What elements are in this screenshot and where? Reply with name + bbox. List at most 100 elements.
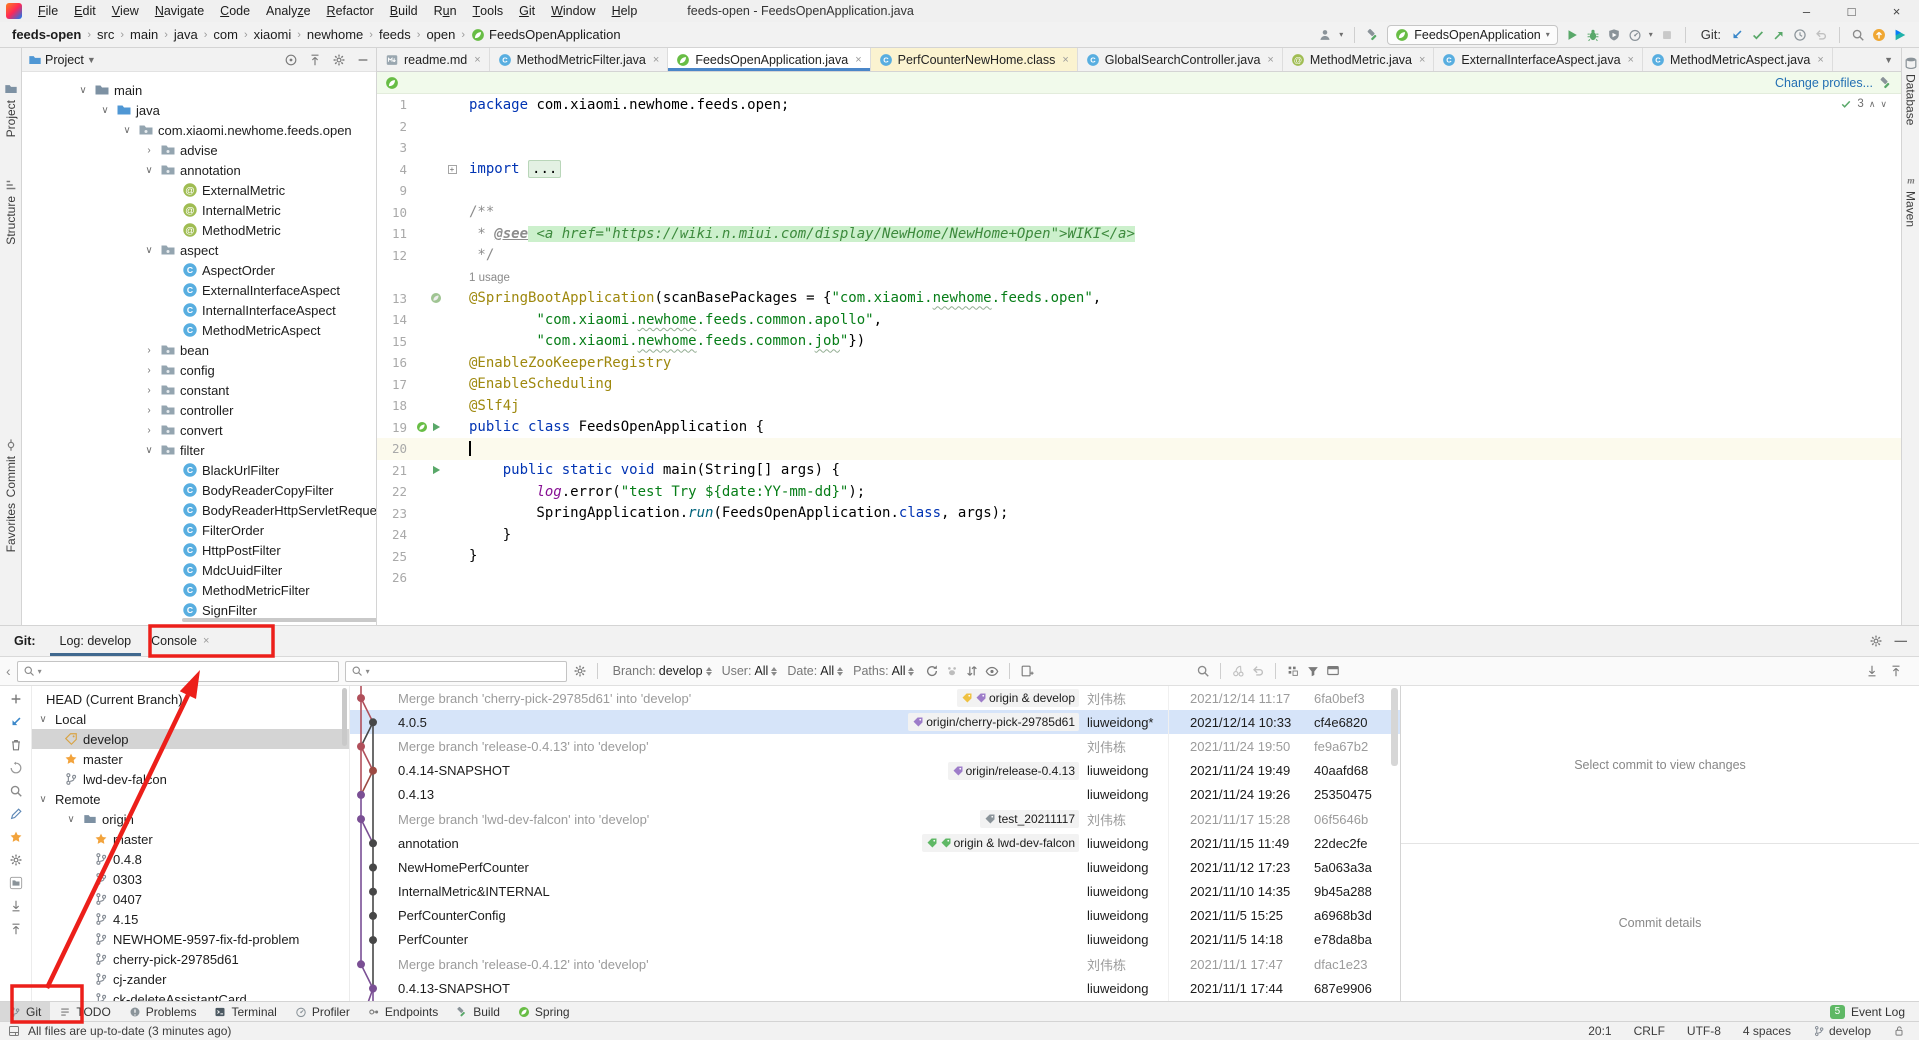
hidden-tabs-chevron[interactable]: ▼ bbox=[1876, 48, 1901, 71]
collapse-left-icon[interactable]: ‹ bbox=[6, 663, 11, 679]
tab-close-icon[interactable]: × bbox=[1062, 54, 1068, 66]
commit-row[interactable]: 4.0.5origin/cherry-pick-29785d61liuweido… bbox=[350, 710, 1400, 734]
menu-analyze[interactable]: Analyze bbox=[258, 0, 318, 22]
breadcrumb-leaf[interactable]: FeedsOpenApplication bbox=[469, 27, 623, 42]
editor-tab[interactable]: FeedsOpenApplication.java× bbox=[668, 48, 870, 71]
branch-item[interactable]: 0303 bbox=[32, 869, 349, 889]
preview-icon[interactable] bbox=[1326, 664, 1340, 678]
tab-close-icon[interactable]: × bbox=[1628, 54, 1634, 66]
project-tree-item[interactable]: ∨com.xiaomi.newhome.feeds.open bbox=[22, 120, 376, 140]
branches-scrollbar[interactable] bbox=[342, 688, 347, 746]
collapse-all-icon[interactable] bbox=[9, 922, 23, 936]
project-tree-item[interactable]: CMdcUuidFilter bbox=[22, 560, 376, 580]
branch-item[interactable]: cherry-pick-29785d61 bbox=[32, 949, 349, 969]
change-profiles-link[interactable]: Change profiles... bbox=[1775, 76, 1873, 90]
project-tree-item[interactable]: CBlackUrlFilter bbox=[22, 460, 376, 480]
commit-ref-chip[interactable]: origin & develop bbox=[957, 689, 1079, 707]
branch-item[interactable]: cj-zander bbox=[32, 969, 349, 989]
code-line[interactable]: 25} bbox=[377, 546, 1901, 568]
event-log-button[interactable]: 5Event Log bbox=[1830, 1005, 1919, 1019]
gear-icon[interactable] bbox=[1869, 634, 1883, 648]
project-tree-item[interactable]: CInternalInterfaceAspect bbox=[22, 300, 376, 320]
branch-item[interactable]: lwd-dev-falcon bbox=[32, 769, 349, 789]
profiler-button[interactable] bbox=[1628, 27, 1642, 43]
code-line[interactable]: 24 } bbox=[377, 524, 1901, 546]
editor-tab[interactable]: readme.md× bbox=[377, 48, 490, 71]
restore-icon[interactable] bbox=[9, 761, 23, 775]
code-line[interactable]: 17@EnableScheduling bbox=[377, 374, 1901, 396]
editor-tab[interactable]: @MethodMetric.java× bbox=[1283, 48, 1435, 71]
menu-file[interactable]: File bbox=[30, 0, 66, 22]
debug-button[interactable] bbox=[1586, 27, 1600, 43]
git-update-button[interactable] bbox=[1730, 27, 1744, 43]
maximize-button[interactable]: □ bbox=[1829, 0, 1874, 22]
commit-row[interactable]: Merge branch 'cherry-pick-29785d61' into… bbox=[350, 686, 1400, 710]
code-line[interactable]: 14 "com.xiaomi.newhome.feeds.common.apol… bbox=[377, 309, 1901, 331]
project-tree-item[interactable]: ∨filter bbox=[22, 440, 376, 460]
project-tree-item[interactable]: ›config bbox=[22, 360, 376, 380]
group-by-directory-icon[interactable] bbox=[9, 876, 23, 890]
editor-tab[interactable]: CGlobalSearchController.java× bbox=[1078, 48, 1283, 71]
delete-icon[interactable] bbox=[9, 738, 23, 752]
breadcrumb-item[interactable]: src bbox=[95, 27, 116, 42]
branch-search-input[interactable]: ▾ bbox=[17, 661, 339, 682]
find-icon[interactable] bbox=[9, 784, 23, 798]
tool-button-project[interactable]: Project bbox=[0, 82, 21, 137]
toolwindow-button-endpoints[interactable]: Endpoints bbox=[359, 1002, 447, 1021]
sort-icon[interactable] bbox=[965, 664, 979, 678]
search-everywhere-button[interactable] bbox=[1851, 27, 1865, 43]
project-tree-item[interactable]: CBodyReaderCopyFilter bbox=[22, 480, 376, 500]
project-tree-item[interactable]: CFilterOrder bbox=[22, 520, 376, 540]
project-tree-item[interactable]: ›convert bbox=[22, 420, 376, 440]
commit-row[interactable]: 0.4.13-SNAPSHOTliuweidong2021/11/1 17:44… bbox=[350, 976, 1400, 1000]
git-panel-tab-log-develop[interactable]: Log: develop bbox=[50, 626, 142, 656]
breadcrumb-item[interactable]: xiaomi bbox=[252, 27, 294, 42]
filter-branch[interactable]: Branch: develop bbox=[613, 664, 712, 678]
code-line[interactable]: 23 SpringApplication.run(FeedsOpenApplic… bbox=[377, 503, 1901, 525]
menu-edit[interactable]: Edit bbox=[66, 0, 104, 22]
code-line[interactable]: 1 usage bbox=[377, 266, 1901, 288]
undo-commit-icon[interactable] bbox=[1251, 664, 1265, 678]
project-tree-item[interactable]: CHttpPostFilter bbox=[22, 540, 376, 560]
code-line[interactable]: 10/** bbox=[377, 202, 1901, 224]
branch-item[interactable]: 0.4.8 bbox=[32, 849, 349, 869]
filter-date[interactable]: Date: All bbox=[787, 664, 843, 678]
editor-tab[interactable]: CMethodMetricFilter.java× bbox=[490, 48, 669, 71]
tool-button-commit[interactable]: Commit bbox=[0, 438, 21, 497]
indent-style[interactable]: 4 spaces bbox=[1743, 1024, 1791, 1038]
code-line[interactable]: 16@EnableZooKeeperRegistry bbox=[377, 352, 1901, 374]
edit-icon[interactable] bbox=[9, 807, 23, 821]
caret-position[interactable]: 20:1 bbox=[1588, 1024, 1611, 1038]
branch-item[interactable]: ck-deleteAssistantCard bbox=[32, 989, 349, 1001]
code-line[interactable]: 22 log.error("test Try ${date:YY-mm-dd}"… bbox=[377, 481, 1901, 503]
branch-item[interactable]: ∨origin bbox=[32, 809, 349, 829]
intellisort-icon[interactable] bbox=[945, 664, 959, 678]
code-line[interactable]: 20 bbox=[377, 438, 1901, 460]
gear-icon[interactable] bbox=[573, 664, 587, 678]
code-line[interactable]: 15 "com.xiaomi.newhome.feeds.common.job"… bbox=[377, 331, 1901, 353]
breadcrumb-item[interactable]: com bbox=[211, 27, 240, 42]
toolwindow-button-problems[interactable]: Problems bbox=[120, 1002, 206, 1021]
editor-tab[interactable]: CMethodMetricAspect.java× bbox=[1643, 48, 1833, 71]
git-commit-button[interactable] bbox=[1751, 27, 1765, 43]
eye-icon[interactable] bbox=[985, 664, 999, 678]
hide-panel-button[interactable] bbox=[356, 53, 370, 67]
filter-paths[interactable]: Paths: All bbox=[853, 664, 914, 678]
project-tree-item[interactable]: @MethodMetric bbox=[22, 220, 376, 240]
commit-row[interactable]: NewHomePerfCounterliuweidong2021/11/12 1… bbox=[350, 855, 1400, 879]
stop-button[interactable] bbox=[1660, 27, 1674, 43]
tab-close-icon[interactable]: × bbox=[1267, 54, 1273, 66]
code-editor[interactable]: 3 ∧∨ 1package com.xiaomi.newhome.feeds.o… bbox=[377, 94, 1901, 625]
minimize-button[interactable]: – bbox=[1784, 0, 1829, 22]
menu-run[interactable]: Run bbox=[426, 0, 465, 22]
tool-button-maven[interactable]: mMaven bbox=[1902, 173, 1919, 227]
menu-view[interactable]: View bbox=[104, 0, 147, 22]
project-tree-item[interactable]: ›constant bbox=[22, 380, 376, 400]
ide-plugin-icon[interactable] bbox=[1893, 27, 1907, 43]
wrench-icon[interactable] bbox=[1879, 76, 1893, 90]
expand-all-icon[interactable] bbox=[9, 899, 23, 913]
toolwindow-button-build[interactable]: Build bbox=[447, 1002, 509, 1021]
new-branch-icon[interactable] bbox=[9, 692, 23, 706]
code-line[interactable]: 4+import ... bbox=[377, 159, 1901, 181]
run-with-coverage-button[interactable] bbox=[1607, 27, 1621, 43]
